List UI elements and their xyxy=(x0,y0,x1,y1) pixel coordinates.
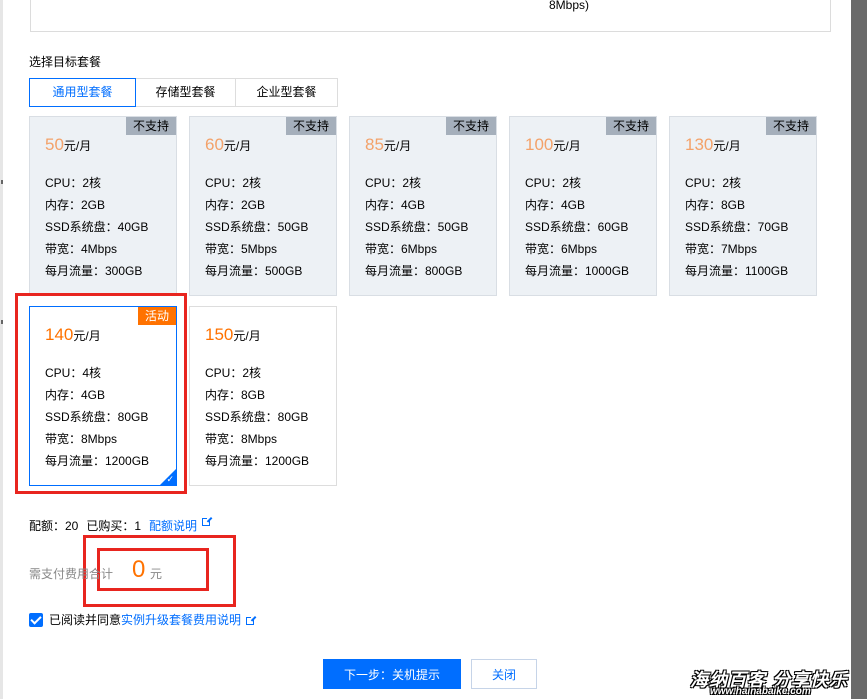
spec-memory: 内存：2GB xyxy=(45,198,106,212)
fee-description-link[interactable]: 实例升级套餐费用说明 xyxy=(121,611,241,628)
quota-line: 配额：20 已购买：1 配额说明 xyxy=(29,516,213,534)
plan-price: 100元/月 xyxy=(525,135,581,154)
spec-bandwidth: 带宽：6Mbps xyxy=(525,242,598,256)
edge-mark xyxy=(1,320,3,324)
unsupported-badge: 不支持 xyxy=(605,117,656,135)
unsupported-badge: 不支持 xyxy=(445,117,496,135)
spec-ssd: SSD系统盘：80GB xyxy=(205,410,309,424)
plan-specs: CPU：2核 内存：8GB SSD系统盘：70GB 带宽：7Mbps 每月流量：… xyxy=(685,172,788,282)
plan-price: 60元/月 xyxy=(205,135,252,154)
plan-specs: CPU：2核 内存：4GB SSD系统盘：50GB 带宽：6Mbps 每月流量：… xyxy=(365,172,468,282)
agreement-row: 已阅读并同意 实例升级套餐费用说明 xyxy=(29,611,257,628)
tab-general[interactable]: 通用型套餐 xyxy=(29,78,136,107)
section-label: 选择目标套餐 xyxy=(29,55,102,69)
plan-price: 130元/月 xyxy=(685,135,741,154)
plan-type-tabs: 通用型套餐 存储型套餐 企业型套餐 xyxy=(29,78,338,107)
quota-help-link[interactable]: 配额说明 xyxy=(149,517,197,534)
spec-memory: 内存：4GB xyxy=(525,198,586,212)
spec-traffic: 每月流量：1000GB xyxy=(525,264,630,278)
plan-card[interactable]: 不支持 100元/月 CPU：2核 内存：4GB SSD系统盘：60GB 带宽：… xyxy=(509,116,657,296)
total-unit: 元 xyxy=(150,567,163,581)
external-link-icon[interactable] xyxy=(246,614,257,625)
plan-specs: CPU：2核 内存：2GB SSD系统盘：50GB 带宽：5Mbps 每月流量：… xyxy=(205,172,308,282)
unsupported-badge: 不支持 xyxy=(765,117,816,135)
edge-mark xyxy=(1,180,3,184)
spec-ssd: SSD系统盘：60GB xyxy=(525,220,629,234)
spec-traffic: 每月流量：800GB xyxy=(365,264,463,278)
unsupported-badge: 不支持 xyxy=(125,117,176,135)
plan-specs: CPU：2核 内存：8GB SSD系统盘：80GB 带宽：8Mbps 每月流量：… xyxy=(205,362,309,472)
spec-ssd: SSD系统盘：70GB xyxy=(685,220,789,234)
spec-bandwidth: 带宽：5Mbps xyxy=(205,242,278,256)
total-amount: 0 xyxy=(132,556,146,583)
spec-cpu: CPU：2核 xyxy=(205,366,262,380)
spec-bandwidth: 带宽：6Mbps xyxy=(365,242,438,256)
spec-cpu: CPU：2核 xyxy=(685,176,742,190)
right-edge-strip xyxy=(851,0,867,699)
plan-card[interactable]: 不支持 85元/月 CPU：2核 内存：4GB SSD系统盘：50GB 带宽：6… xyxy=(349,116,497,296)
spec-traffic: 每月流量：1200GB xyxy=(205,454,310,468)
spec-bandwidth: 带宽：7Mbps xyxy=(685,242,758,256)
plan-specs: CPU：2核 内存：4GB SSD系统盘：60GB 带宽：6Mbps 每月流量：… xyxy=(525,172,629,282)
plan-price: 85元/月 xyxy=(365,135,412,154)
spec-ssd: SSD系统盘：50GB xyxy=(365,220,469,234)
spec-cpu: CPU：2核 xyxy=(205,176,262,190)
agree-checkbox[interactable] xyxy=(29,612,43,627)
spec-traffic: 每月流量：300GB xyxy=(45,264,143,278)
plan-card[interactable]: 不支持 130元/月 CPU：2核 内存：8GB SSD系统盘：70GB 带宽：… xyxy=(669,116,817,296)
left-edge-strip xyxy=(0,0,3,699)
spec-bandwidth: 带宽：8Mbps xyxy=(205,432,278,446)
plan-price: 150元/月 xyxy=(205,325,261,344)
plan-price: 50元/月 xyxy=(45,135,92,154)
close-button[interactable]: 关闭 xyxy=(471,659,537,689)
next-step-button[interactable]: 下一步：关机提示 xyxy=(323,659,461,689)
highlight-box xyxy=(15,293,187,494)
quota-value: 配额：20 xyxy=(29,519,79,533)
plan-card[interactable]: 150元/月 CPU：2核 内存：8GB SSD系统盘：80GB 带宽：8Mbp… xyxy=(189,306,337,486)
spec-traffic: 每月流量：1100GB xyxy=(685,264,789,278)
spec-traffic: 每月流量：500GB xyxy=(205,264,303,278)
previous-plan-text: 8Mbps) xyxy=(549,0,590,12)
spec-ssd: SSD系统盘：40GB xyxy=(45,220,149,234)
total-label: 需支付费用合计 xyxy=(29,567,114,581)
spec-ssd: SSD系统盘：50GB xyxy=(205,220,309,234)
tab-storage[interactable]: 存储型套餐 xyxy=(135,78,236,107)
spec-memory: 内存：8GB xyxy=(685,198,746,212)
previous-plan-box: 8Mbps) xyxy=(30,0,831,32)
plan-card[interactable]: 不支持 60元/月 CPU：2核 内存：2GB SSD系统盘：50GB 带宽：5… xyxy=(189,116,337,296)
spec-cpu: CPU：2核 xyxy=(525,176,582,190)
watermark-url: www.hainabaike.com xyxy=(710,686,811,697)
external-link-icon[interactable] xyxy=(202,516,213,526)
spec-memory: 内存：4GB xyxy=(365,198,426,212)
unsupported-badge: 不支持 xyxy=(285,117,336,135)
plan-specs: CPU：2核 内存：2GB SSD系统盘：40GB 带宽：4Mbps 每月流量：… xyxy=(45,172,148,282)
plan-card[interactable]: 不支持 50元/月 CPU：2核 内存：2GB SSD系统盘：40GB 带宽：4… xyxy=(29,116,177,296)
bought-value: 已购买：1 xyxy=(86,519,142,533)
spec-bandwidth: 带宽：4Mbps xyxy=(45,242,118,256)
spec-cpu: CPU：2核 xyxy=(45,176,102,190)
spec-cpu: CPU：2核 xyxy=(365,176,422,190)
spec-memory: 内存：2GB xyxy=(205,198,266,212)
spec-memory: 内存：8GB xyxy=(205,388,266,402)
tab-enterprise[interactable]: 企业型套餐 xyxy=(235,78,338,107)
agree-text: 已阅读并同意 xyxy=(49,613,122,627)
